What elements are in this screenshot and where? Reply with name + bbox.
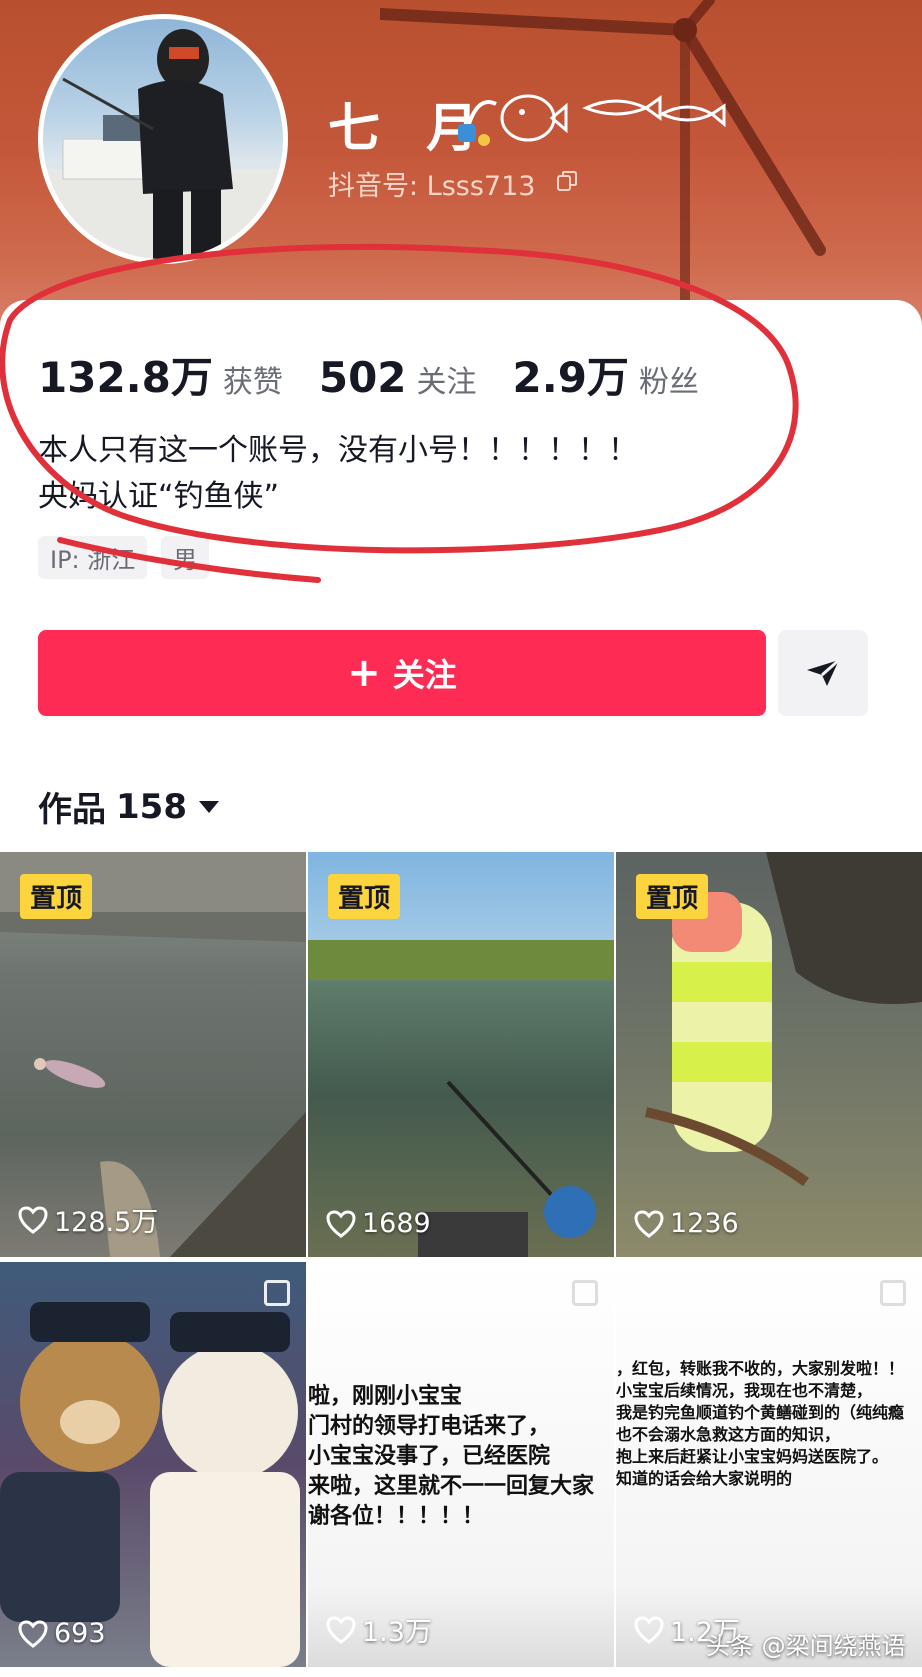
profile-stats: 132.8万 获赞 502 关注 2.9万 粉丝	[38, 344, 735, 402]
pinned-badge: 置顶	[636, 874, 709, 919]
likes-count: 128.5万	[54, 1207, 159, 1238]
heart-icon	[18, 1619, 48, 1648]
douyin-id: 抖音号: Lsss713	[328, 171, 536, 202]
note-line: 抱上来后赶紧让小宝宝妈妈送医院了。	[616, 1447, 889, 1466]
video-likes: 693	[18, 1618, 106, 1649]
profile-tags: IP: 浙江 男	[38, 536, 210, 579]
likes-label: 获赞	[222, 365, 283, 400]
video-thumbnail[interactable]: 置顶 128.5万	[0, 852, 306, 1257]
follow-button[interactable]: + 关注	[38, 630, 766, 716]
works-count: 158	[116, 786, 187, 827]
multi-image-icon	[264, 1280, 290, 1306]
video-thumbnail[interactable]: ，红包，转账我不收的，大家别发啦！！ 小宝宝后续情况，我现在也不清楚， 我是钓完…	[616, 1262, 922, 1667]
note-text: 啦，刚刚小宝宝 门村的领导打电话来了， 小宝宝没事了，已经医院 来啦，这里就不一…	[308, 1382, 594, 1532]
video-thumbnail[interactable]: 啦，刚刚小宝宝 门村的领导打电话来了， 小宝宝没事了，已经医院 来啦，这里就不一…	[308, 1262, 614, 1667]
bio-line: 本人只有这一个账号，没有小号！！！！！！	[38, 433, 638, 468]
following-count[interactable]: 502	[319, 353, 407, 402]
likes-count: 1236	[670, 1208, 739, 1239]
following-label[interactable]: 关注	[417, 357, 477, 401]
profile-bio: 本人只有这一个账号，没有小号！！！！！！ 央妈认证“钓鱼侠”	[38, 428, 638, 520]
likes-count: 693	[54, 1618, 106, 1649]
chevron-down-icon	[198, 800, 219, 813]
note-line: 小宝宝没事了，已经医院	[308, 1444, 551, 1469]
note-line: 我是钓完鱼顺道钓个黄鳝碰到的（纯纯瘾	[616, 1403, 905, 1422]
pinned-badge: 置顶	[20, 874, 93, 919]
likes-count: 132.8万	[38, 353, 213, 402]
avatar[interactable]	[38, 14, 288, 264]
note-line: 来啦，这里就不一一回复大家	[308, 1474, 595, 1499]
multi-image-icon	[572, 1280, 598, 1306]
works-label: 作品	[38, 790, 106, 830]
video-thumbnail[interactable]: 置顶 1236	[616, 852, 922, 1257]
note-line: 谢各位！！！！！	[308, 1504, 485, 1529]
followers-label[interactable]: 粉丝	[639, 357, 699, 401]
heart-icon	[634, 1209, 664, 1238]
send-icon	[807, 658, 840, 686]
plus-icon: +	[347, 650, 381, 696]
note-line: ，红包，转账我不收的，大家别发啦！！	[616, 1359, 905, 1378]
bio-line: 央妈认证“钓鱼侠”	[38, 479, 280, 514]
video-thumbnail[interactable]: 置顶 1689	[308, 852, 614, 1257]
video-thumbnail[interactable]: 693	[0, 1262, 306, 1667]
video-likes: 1689	[326, 1208, 431, 1239]
likes-count: 1689	[362, 1208, 431, 1239]
video-likes: 1236	[634, 1208, 739, 1239]
video-grid: 置顶 128.5万 置顶 1689 置顶 1236 693 啦，刚刚小宝宝 门村…	[0, 852, 922, 1677]
gender-tag: 男	[161, 536, 210, 579]
share-button[interactable]	[778, 630, 868, 716]
video-likes: 128.5万	[18, 1200, 158, 1239]
works-tab[interactable]: 作品 158	[38, 782, 219, 831]
followers-count[interactable]: 2.9万	[513, 344, 629, 405]
watermark: 头条 @梁间绕燕语	[706, 1632, 906, 1660]
heart-icon	[326, 1615, 356, 1644]
follow-label: 关注	[392, 656, 457, 694]
ip-location-tag: IP: 浙江	[38, 536, 148, 579]
video-frame-image	[0, 1302, 300, 1667]
multi-image-icon	[880, 1280, 906, 1306]
avatar-person-image	[43, 29, 283, 259]
note-line: 啦，刚刚小宝宝	[308, 1384, 463, 1409]
heart-icon	[18, 1205, 48, 1234]
video-likes: 1.3万	[326, 1610, 432, 1649]
note-line: 门村的领导打电话来了，	[308, 1414, 551, 1439]
pinned-badge: 置顶	[328, 874, 401, 919]
note-line: 也不会溺水急救这方面的知识，	[616, 1425, 841, 1444]
fishing-emoji-decoration	[458, 94, 726, 146]
likes-count: 1.3万	[362, 1617, 432, 1648]
heart-icon	[634, 1615, 664, 1644]
copy-icon[interactable]	[556, 170, 578, 192]
note-line: 小宝宝后续情况，我现在也不清楚，	[616, 1381, 873, 1400]
heart-icon	[326, 1209, 356, 1238]
note-line: 知道的话会给大家说明的	[616, 1469, 793, 1488]
note-text: ，红包，转账我不收的，大家别发啦！！ 小宝宝后续情况，我现在也不清楚， 我是钓完…	[616, 1358, 904, 1490]
